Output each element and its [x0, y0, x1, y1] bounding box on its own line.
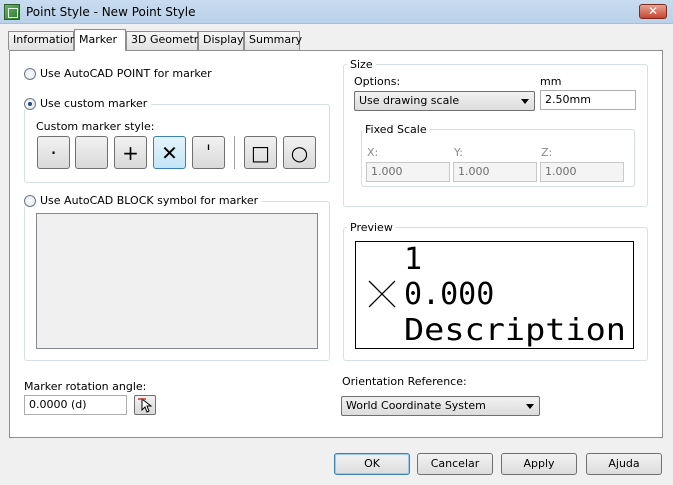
tab-3d-geometry[interactable]: 3D Geometry	[126, 31, 205, 50]
radio-unchecked-icon	[24, 194, 36, 207]
ok-button[interactable]: OK	[334, 453, 410, 475]
marker-rotation-input[interactable]: 0.0000 (d)	[24, 395, 127, 415]
size-options-value: Use drawing scale	[359, 94, 460, 107]
use-custom-marker-radio[interactable]: Use custom marker	[24, 97, 152, 110]
window-title: Point Style - New Point Style	[26, 5, 196, 19]
scale-z-label: Z:	[541, 146, 553, 159]
title-bar: Point Style - New Point Style ✕	[0, 0, 673, 24]
cancel-button[interactable]: Cancelar	[417, 453, 493, 475]
block-symbol-list[interactable]	[36, 213, 318, 349]
size-group-label: Size	[347, 58, 376, 71]
plus-marker-icon: +	[122, 140, 139, 165]
square-marker-icon: □	[251, 140, 270, 165]
preview-elevation: 0.000	[404, 277, 494, 312]
use-autocad-point-radio[interactable]: Use AutoCAD POINT for marker	[24, 67, 216, 80]
marker-rotation-label: Marker rotation angle:	[24, 380, 147, 393]
orientation-reference-value: World Coordinate System	[346, 399, 486, 412]
circle-marker-icon: ○	[290, 140, 309, 165]
marker-plus-button[interactable]: +	[114, 136, 147, 169]
chevron-down-icon	[521, 99, 529, 104]
scale-z-input[interactable]: 1.000	[540, 162, 624, 182]
preview-description: Description	[404, 313, 626, 348]
scale-y-input[interactable]: 1.000	[453, 162, 537, 182]
fixed-scale-label: Fixed Scale	[362, 123, 430, 136]
app-icon	[4, 4, 20, 20]
tab-summary[interactable]: Summary	[244, 31, 302, 50]
apply-button[interactable]: Apply	[501, 453, 577, 475]
chevron-down-icon	[526, 404, 534, 409]
marker-dot-button[interactable]: ·	[37, 136, 70, 169]
marker-tick-button[interactable]: ˈ	[192, 136, 225, 169]
pick-angle-button[interactable]	[134, 395, 156, 415]
pick-cursor-icon	[138, 397, 153, 413]
marker-circle-button[interactable]: ○	[283, 136, 316, 169]
radio-checked-icon	[24, 97, 36, 110]
size-unit-label: mm	[540, 75, 562, 88]
use-custom-marker-label: Use custom marker	[40, 97, 148, 110]
dot-marker-icon: ·	[50, 140, 57, 165]
x-marker-icon: ✕	[161, 140, 178, 165]
orientation-reference-label: Orientation Reference:	[342, 375, 467, 388]
marker-none-button[interactable]	[75, 136, 108, 169]
marker-size-input[interactable]: 2.50mm	[540, 90, 636, 110]
marker-x-button[interactable]: ✕	[153, 136, 186, 169]
size-options-label: Options:	[354, 75, 401, 88]
use-autocad-block-radio[interactable]: Use AutoCAD BLOCK symbol for marker	[24, 194, 263, 207]
use-autocad-point-label: Use AutoCAD POINT for marker	[40, 67, 212, 80]
close-button[interactable]: ✕	[639, 4, 667, 19]
scale-x-input[interactable]: 1.000	[366, 162, 450, 182]
preview-label: Preview	[347, 221, 396, 234]
preview-point-number: 1	[404, 242, 422, 277]
tab-marker[interactable]: Marker	[74, 29, 126, 51]
preview-canvas: 1 0.000 Description	[355, 241, 634, 349]
preview-drawing: 1 0.000 Description	[368, 242, 626, 348]
help-button[interactable]: Ajuda	[586, 453, 662, 475]
use-autocad-block-label: Use AutoCAD BLOCK symbol for marker	[40, 194, 259, 207]
marker-square-button[interactable]: □	[244, 136, 277, 169]
custom-marker-style-label: Custom marker style:	[36, 120, 155, 133]
tick-marker-icon: ˈ	[205, 140, 212, 165]
orientation-reference-select[interactable]: World Coordinate System	[341, 396, 540, 416]
scale-x-label: X:	[367, 146, 379, 159]
scale-y-label: Y:	[454, 146, 463, 159]
radio-unchecked-icon	[24, 67, 36, 80]
size-options-select[interactable]: Use drawing scale	[354, 91, 535, 111]
tab-information[interactable]: Information	[8, 31, 77, 50]
close-icon: ✕	[647, 4, 659, 18]
marker-separator	[234, 136, 235, 169]
tab-display[interactable]: Display	[198, 31, 244, 50]
